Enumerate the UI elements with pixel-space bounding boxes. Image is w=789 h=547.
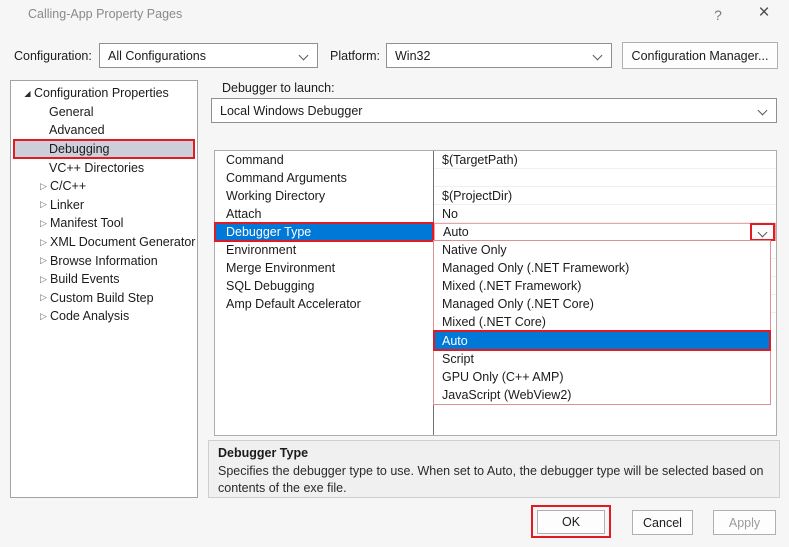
- configuration-dropdown[interactable]: All Configurations: [99, 43, 318, 68]
- property-value-command-arguments[interactable]: [434, 169, 776, 187]
- property-row-merge-environment[interactable]: Merge Environment: [215, 259, 433, 277]
- tree-item-manifest-tool[interactable]: ▷ Manifest Tool: [11, 214, 197, 233]
- configuration-label: Configuration:: [14, 49, 92, 63]
- tree-item-custom-build-step[interactable]: ▷ Custom Build Step: [11, 289, 197, 308]
- option-auto[interactable]: Auto: [434, 331, 770, 349]
- property-tree: ◢ Configuration Properties General Advan…: [10, 80, 198, 498]
- property-row-sql-debugging[interactable]: SQL Debugging: [215, 277, 433, 295]
- property-value-attach[interactable]: No: [434, 205, 776, 223]
- tree-collapsed-icon: ▷: [37, 237, 50, 248]
- option-script[interactable]: Script: [434, 350, 770, 368]
- debugger-type-value: Auto: [443, 225, 469, 239]
- ok-button-highlight: OK: [531, 505, 611, 538]
- property-row-working-directory[interactable]: Working Directory: [215, 187, 433, 205]
- property-value-debugger-type[interactable]: Auto: [434, 223, 776, 241]
- property-row-amp-default-accelerator[interactable]: Amp Default Accelerator: [215, 295, 433, 313]
- option-managed-only-net-core[interactable]: Managed Only (.NET Core): [434, 295, 770, 313]
- configuration-dropdown-value: All Configurations: [108, 49, 206, 63]
- option-native-only[interactable]: Native Only: [434, 241, 770, 259]
- debugger-to-launch-label: Debugger to launch:: [222, 81, 335, 95]
- debugger-to-launch-value: Local Windows Debugger: [220, 104, 362, 118]
- apply-button[interactable]: Apply: [713, 510, 776, 535]
- chevron-down-icon: [758, 106, 768, 116]
- option-mixed-net-framework[interactable]: Mixed (.NET Framework): [434, 277, 770, 295]
- tree-item-label: Linker: [50, 198, 84, 212]
- tree-item-label: Manifest Tool: [50, 216, 123, 230]
- property-row-attach[interactable]: Attach: [215, 205, 433, 223]
- option-javascript-webview2[interactable]: JavaScript (WebView2): [434, 386, 770, 404]
- description-panel: Debugger Type Specifies the debugger typ…: [208, 440, 780, 498]
- property-row-environment[interactable]: Environment: [215, 241, 433, 259]
- window-title: Calling-App Property Pages: [28, 7, 182, 21]
- close-icon[interactable]: ×: [750, 1, 778, 27]
- option-gpu-only-cpp-amp[interactable]: GPU Only (C++ AMP): [434, 368, 770, 386]
- tree-collapsed-icon: ▷: [37, 218, 50, 229]
- tree-item-xml-document-generator[interactable]: ▷ XML Document Generator: [11, 233, 197, 252]
- property-row-command-arguments[interactable]: Command Arguments: [215, 169, 433, 187]
- configuration-manager-button[interactable]: Configuration Manager...: [622, 42, 778, 69]
- tree-item-label: XML Document Generator: [50, 235, 195, 249]
- description-text: Specifies the debugger type to use. When…: [218, 463, 771, 496]
- property-value-working-directory[interactable]: $(ProjectDir): [434, 187, 776, 205]
- tree-item-browse-information[interactable]: ▷ Browse Information: [11, 251, 197, 270]
- debugger-type-dropdown-button[interactable]: [751, 224, 774, 240]
- tree-expanded-icon: ◢: [21, 89, 34, 98]
- tree-collapsed-icon: ▷: [37, 181, 50, 192]
- tree-item-label: VC++ Directories: [49, 161, 144, 175]
- chevron-down-icon: [758, 227, 768, 237]
- tree-item-label: Debugging: [49, 142, 109, 156]
- tree-item-c-cpp[interactable]: ▷ C/C++: [11, 177, 197, 196]
- ok-button[interactable]: OK: [537, 510, 605, 534]
- platform-label: Platform:: [330, 49, 380, 63]
- tree-item-advanced[interactable]: Advanced: [11, 121, 197, 140]
- tree-item-label: Code Analysis: [50, 309, 129, 323]
- platform-dropdown-value: Win32: [395, 49, 430, 63]
- debugger-to-launch-dropdown[interactable]: Local Windows Debugger: [211, 98, 777, 123]
- cancel-button[interactable]: Cancel: [632, 510, 693, 535]
- tree-item-vcpp-directories[interactable]: VC++ Directories: [11, 158, 197, 177]
- property-pages-dialog: { "window": { "title": "Calling-App Prop…: [0, 0, 789, 547]
- tree-item-label: Build Events: [50, 272, 119, 286]
- property-value-command[interactable]: $(TargetPath): [434, 151, 776, 169]
- tree-collapsed-icon: ▷: [37, 292, 50, 303]
- chevron-down-icon: [593, 51, 603, 61]
- debugger-type-options-list: Native Only Managed Only (.NET Framework…: [433, 240, 771, 405]
- tree-item-general[interactable]: General: [11, 103, 197, 122]
- chevron-down-icon: [299, 51, 309, 61]
- description-title: Debugger Type: [218, 446, 769, 460]
- tree-item-label: Browse Information: [50, 254, 158, 268]
- tree-item-label: Configuration Properties: [34, 86, 169, 100]
- help-icon[interactable]: ?: [706, 4, 730, 26]
- property-row-command[interactable]: Command: [215, 151, 433, 169]
- tree-item-label: General: [49, 105, 93, 119]
- tree-item-debugging[interactable]: Debugging: [14, 140, 194, 159]
- tree-item-label: C/C++: [50, 179, 86, 193]
- platform-dropdown[interactable]: Win32: [386, 43, 612, 68]
- tree-collapsed-icon: ▷: [37, 199, 50, 210]
- tree-item-label: Advanced: [49, 123, 105, 137]
- tree-collapsed-icon: ▷: [37, 274, 50, 285]
- property-row-debugger-type[interactable]: Debugger Type: [215, 223, 433, 241]
- tree-item-build-events[interactable]: ▷ Build Events: [11, 270, 197, 289]
- tree-item-label: Custom Build Step: [50, 291, 154, 305]
- tree-item-linker[interactable]: ▷ Linker: [11, 196, 197, 215]
- option-mixed-net-core[interactable]: Mixed (.NET Core): [434, 313, 770, 331]
- tree-item-configuration-properties[interactable]: ◢ Configuration Properties: [11, 84, 197, 103]
- tree-item-code-analysis[interactable]: ▷ Code Analysis: [11, 307, 197, 326]
- option-managed-only-net-framework[interactable]: Managed Only (.NET Framework): [434, 259, 770, 277]
- tree-collapsed-icon: ▷: [37, 255, 50, 266]
- tree-collapsed-icon: ▷: [37, 311, 50, 322]
